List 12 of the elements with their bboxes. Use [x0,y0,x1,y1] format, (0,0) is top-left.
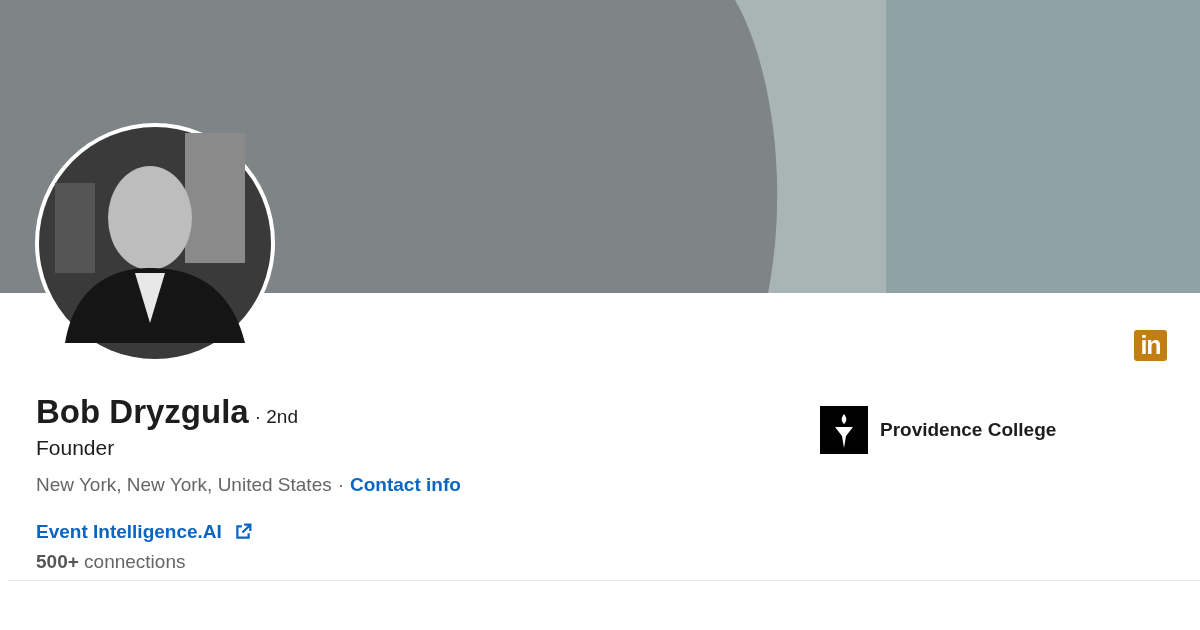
headline: Founder [36,436,116,461]
website-link[interactable]: Event Intelligence.AI [36,521,222,543]
school-name[interactable]: Providence College [880,419,1057,441]
linkedin-logo: in [1134,330,1167,361]
separator-dot: · [337,474,345,496]
location: New York, New York, United States [36,474,332,496]
external-link-icon[interactable] [233,523,252,541]
torch-icon [820,406,868,454]
contact-info-link[interactable]: Contact info [350,474,461,496]
connections-count: 500+ connections [36,551,187,573]
connection-degree: · 2nd [254,406,298,428]
profile-name: Bob Dryzgula [36,393,249,431]
